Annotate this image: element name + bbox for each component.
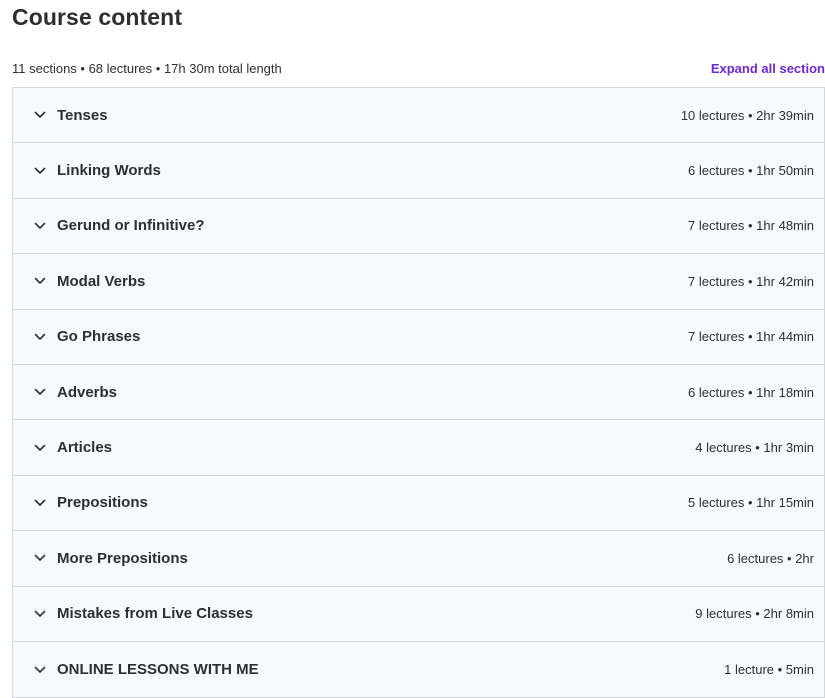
section-row-prepositions[interactable]: Prepositions 5 lectures • 1hr 15min [13, 476, 824, 532]
section-title: Linking Words [57, 162, 161, 180]
chevron-down-icon [33, 441, 47, 455]
section-title: Prepositions [57, 494, 148, 512]
section-title: Go Phrases [57, 328, 141, 346]
section-row-mistakes-from-live-classes[interactable]: Mistakes from Live Classes 9 lectures • … [13, 587, 824, 642]
chevron-down-icon [33, 164, 47, 178]
section-title: Modal Verbs [57, 272, 146, 290]
section-meta: 9 lectures • 2hr 8min [695, 606, 814, 622]
section-meta: 6 lectures • 1hr 50min [688, 163, 814, 179]
section-meta: 7 lectures • 1hr 44min [688, 329, 814, 345]
section-row-adverbs[interactable]: Adverbs 6 lectures • 1hr 18min [13, 365, 824, 421]
section-row-go-phrases[interactable]: Go Phrases 7 lectures • 1hr 44min [13, 310, 824, 365]
section-title: Mistakes from Live Classes [57, 605, 253, 623]
section-meta: 4 lectures • 1hr 3min [695, 440, 814, 456]
section-row-linking-words[interactable]: Linking Words 6 lectures • 1hr 50min [13, 143, 824, 199]
section-title: ONLINE LESSONS WITH ME [57, 661, 259, 679]
section-meta: 1 lecture • 5min [724, 662, 814, 678]
section-meta: 10 lectures • 2hr 39min [680, 107, 814, 123]
section-row-tenses[interactable]: Tenses 10 lectures • 2hr 39min [13, 88, 824, 144]
section-row-modal-verbs[interactable]: Modal Verbs 7 lectures • 1hr 42min [13, 254, 824, 310]
course-summary: 11 sections • 68 lectures • 17h 30m tota… [12, 60, 282, 76]
section-title: Adverbs [57, 383, 118, 401]
section-row-more-prepositions[interactable]: More Prepositions 6 lectures • 2hr [13, 531, 824, 587]
section-list: Tenses 10 lectures • 2hr 39min Linking W… [12, 87, 825, 698]
section-meta: 7 lectures • 1hr 48min [688, 218, 814, 234]
section-meta: 7 lectures • 1hr 42min [688, 273, 814, 289]
section-title: Articles [57, 439, 113, 457]
section-row-online-lessons-with-me[interactable]: ONLINE LESSONS WITH ME 1 lecture • 5min [13, 642, 824, 697]
chevron-down-icon [33, 274, 47, 288]
chevron-down-icon [33, 219, 47, 233]
section-meta: 6 lectures • 1hr 18min [688, 384, 814, 400]
course-content-panel: Course content 11 sections • 68 lectures… [0, 0, 825, 698]
page-title: Course content [12, 4, 183, 30]
chevron-down-icon [33, 496, 47, 510]
section-title: Tenses [57, 106, 108, 124]
section-meta: 6 lectures • 2hr [727, 550, 814, 566]
chevron-down-icon [33, 607, 47, 621]
section-row-gerund-or-infinitive[interactable]: Gerund or Infinitive? 7 lectures • 1hr 4… [13, 199, 824, 255]
section-title: More Prepositions [57, 549, 188, 567]
chevron-down-icon [33, 663, 47, 677]
section-title: Gerund or Infinitive? [57, 217, 205, 235]
section-row-articles[interactable]: Articles 4 lectures • 1hr 3min [13, 420, 824, 476]
course-summary-row: 11 sections • 68 lectures • 17h 30m tota… [12, 59, 825, 77]
expand-all-button[interactable]: Expand all section [711, 61, 825, 76]
chevron-down-icon [33, 551, 47, 565]
chevron-down-icon [33, 108, 47, 122]
chevron-down-icon [33, 385, 47, 399]
chevron-down-icon [33, 330, 47, 344]
section-meta: 5 lectures • 1hr 15min [688, 495, 814, 511]
